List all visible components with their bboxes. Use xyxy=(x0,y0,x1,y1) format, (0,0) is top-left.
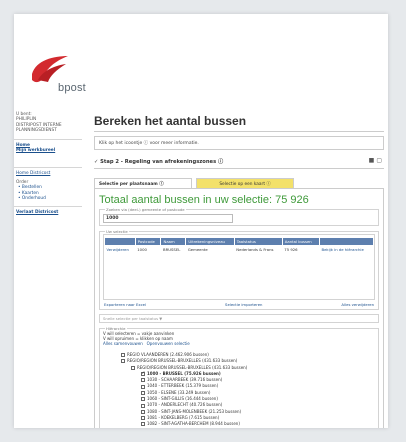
page-title: Bereken het aantal bussen xyxy=(94,114,384,132)
user-info: U bent: PHILIPLIN DISTRIPOST INTERNE PLA… xyxy=(16,112,62,134)
hierarchy-tree: REGIO VLAANDEREN (2.462.906 bussen) REGIO… xyxy=(103,352,375,428)
sidebar-item-onderhoud[interactable]: • Onderhoud xyxy=(14,196,86,201)
clear-all-link[interactable]: Alles verwijderen xyxy=(341,302,374,307)
selection-panel: Totaal aantal bussen in uw selectie: 75 … xyxy=(94,188,384,428)
tab-selectie-plaatsnaam[interactable]: Selectie per plaatsnaam ⓘ xyxy=(94,178,192,188)
selection-fieldset: Uw selectie Postcode Naam Uitrekeningsni… xyxy=(99,229,379,310)
remove-link[interactable]: Verwijderen xyxy=(105,246,136,254)
table-row: Verwijderen 1000 BRUSSEL Gemeente Nederl… xyxy=(105,246,374,254)
bpost-logo[interactable]: bpost xyxy=(28,54,98,98)
selection-actions: Exporteren naar Excel Selectie importere… xyxy=(103,302,375,307)
postcode-input[interactable]: 1000 xyxy=(103,214,233,223)
tree-node-checkbox[interactable] xyxy=(141,378,145,383)
page: bpost U bent: PHILIPLIN DISTRIPOST INTER… xyxy=(14,14,388,428)
tree-node-checkbox[interactable] xyxy=(141,390,145,395)
sidebar-link-districost[interactable]: Home Districost xyxy=(14,171,86,176)
sidebar-link-verlaat[interactable]: Verlaat Districost xyxy=(14,210,86,215)
info-bar: Klik op het icoontje ⓘ voor meer informa… xyxy=(94,136,384,150)
selection-table-area: Postcode Naam Uitrekeningsniveau Taalsta… xyxy=(103,234,375,300)
step-header[interactable]: ✓ Stap 2 - Regeling van afrekeningszones… xyxy=(94,157,384,169)
tab-bar: Selectie per plaatsnaam ⓘ Selectie op ee… xyxy=(94,178,384,188)
tab-selectie-kaart[interactable]: Selectie op een kaart ⓘ xyxy=(196,178,294,188)
tree-node-checkbox[interactable] xyxy=(141,397,145,402)
import-selection-link[interactable]: Selectie importeren xyxy=(225,302,262,307)
window-tools-icon[interactable]: ■ ▢ xyxy=(369,157,382,164)
hierarchy-fieldset: Hiërarchie V will selecteren = vakje aan… xyxy=(99,326,379,428)
tree-node-checkbox[interactable] xyxy=(141,416,145,421)
tree-node-checkbox[interactable] xyxy=(121,359,125,364)
export-excel-link[interactable]: Exporteren naar Excel xyxy=(104,302,146,307)
tree-node-checkbox[interactable] xyxy=(141,403,145,408)
divider xyxy=(14,206,82,208)
tree-node-checkbox[interactable] xyxy=(131,365,135,370)
tree-node-checkbox[interactable] xyxy=(141,371,145,377)
quick-select-dropdown[interactable]: Snelle selectie per taalstatus ▼ xyxy=(99,314,379,323)
expand-selection-link[interactable]: Openvouwen selectie xyxy=(147,341,190,346)
view-hierarchy-link[interactable]: Bekijk in de hiërarchie xyxy=(319,246,373,254)
total-count: Totaal aantal bussen in uw selectie: 75 … xyxy=(99,194,309,206)
sidebar: U bent: PHILIPLIN DISTRIPOST INTERNE PLA… xyxy=(14,112,86,216)
divider xyxy=(14,167,82,169)
tree-node-checkbox[interactable] xyxy=(141,422,145,427)
collapse-all-link[interactable]: Alles samenvouwen xyxy=(103,341,143,346)
table-header-row: Postcode Naam Uitrekeningsniveau Taalsta… xyxy=(104,237,375,246)
main-content: Bereken het aantal bussen Klik op het ic… xyxy=(94,114,384,428)
tree-node-checkbox[interactable] xyxy=(141,384,145,389)
divider xyxy=(14,138,82,140)
selection-table: Postcode Naam Uitrekeningsniveau Taalsta… xyxy=(104,237,375,254)
postcode-search: Zoeken via (deel-) gemeente of postcode … xyxy=(99,207,379,226)
tree-node-checkbox[interactable] xyxy=(121,353,125,358)
sidebar-link-werkbureel[interactable]: Mijn werkbureel xyxy=(14,148,86,153)
logo-text: bpost xyxy=(58,82,86,94)
tree-node-checkbox[interactable] xyxy=(141,409,145,414)
hierarchy-notes: V will selecteren = vakje aanvinken V wi… xyxy=(103,331,190,346)
